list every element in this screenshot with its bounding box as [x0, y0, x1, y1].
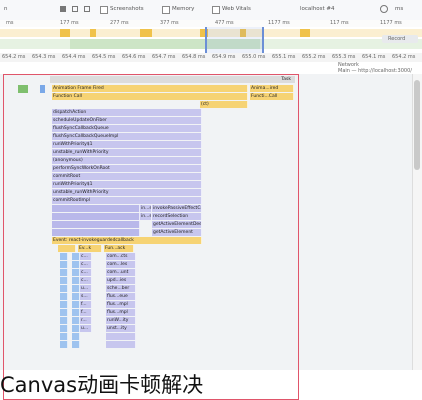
- tick: 654.8 ms: [182, 54, 206, 60]
- tick: 654.9 ms: [212, 54, 236, 60]
- record-label: Record: [388, 36, 406, 42]
- cpu-block: [60, 29, 70, 37]
- devtools-toolbar: n Screenshots Memory Web Vitals localhos…: [0, 0, 422, 21]
- target-selector[interactable]: localhost #4: [300, 6, 335, 12]
- screenshots-checkbox[interactable]: [100, 6, 108, 14]
- timeline-overview[interactable]: Record: [0, 27, 422, 54]
- tick: 117 ms: [330, 20, 349, 26]
- cpu-block: [90, 29, 96, 37]
- tick: 654.7 ms: [152, 54, 176, 60]
- tick: 1177 ms: [380, 20, 402, 26]
- tick: 654.4 ms: [62, 54, 86, 60]
- cpu-block: [140, 29, 152, 37]
- small-label: ms: [395, 6, 404, 12]
- tick: 654.6 ms: [122, 54, 146, 60]
- tick: 177 ms: [60, 20, 79, 26]
- memory-label: Memory: [172, 6, 195, 12]
- toolbar-label: n: [4, 6, 8, 12]
- tick: 654.2 ms: [392, 54, 416, 60]
- track-headers: Network Main — http://localhost:3000/: [0, 62, 422, 74]
- web-vitals-checkbox[interactable]: [212, 6, 220, 14]
- tick: 655.1 ms: [272, 54, 296, 60]
- scrollbar-thumb[interactable]: [414, 80, 420, 170]
- selection-window[interactable]: [207, 27, 262, 53]
- tick: ms: [6, 20, 14, 26]
- cpu-block: [300, 29, 310, 37]
- highlight-box: [3, 74, 299, 400]
- gear-icon[interactable]: [380, 5, 388, 13]
- download-icon[interactable]: [84, 6, 90, 12]
- trash-icon[interactable]: [60, 6, 66, 12]
- screenshots-label: Screenshots: [110, 6, 144, 12]
- tick: 654.1 ms: [362, 54, 386, 60]
- tick: 654.5 ms: [92, 54, 116, 60]
- caption-text: Canvas动画卡顿解决: [0, 373, 204, 397]
- web-vitals-label: Web Vitals: [222, 6, 251, 12]
- tick: 654.3 ms: [32, 54, 56, 60]
- tick: 654.2 ms: [2, 54, 26, 60]
- tick: 277 ms: [110, 20, 129, 26]
- memory-checkbox[interactable]: [162, 6, 170, 14]
- tick: 655.2 ms: [302, 54, 326, 60]
- selection-end-handle[interactable]: [262, 27, 264, 53]
- tick: 377 ms: [160, 20, 179, 26]
- tick: 1177 ms: [268, 20, 290, 26]
- tick: 655.3 ms: [332, 54, 356, 60]
- tick: 655.0 ms: [242, 54, 266, 60]
- upload-icon[interactable]: [72, 6, 78, 12]
- tick: 477 ms: [215, 20, 234, 26]
